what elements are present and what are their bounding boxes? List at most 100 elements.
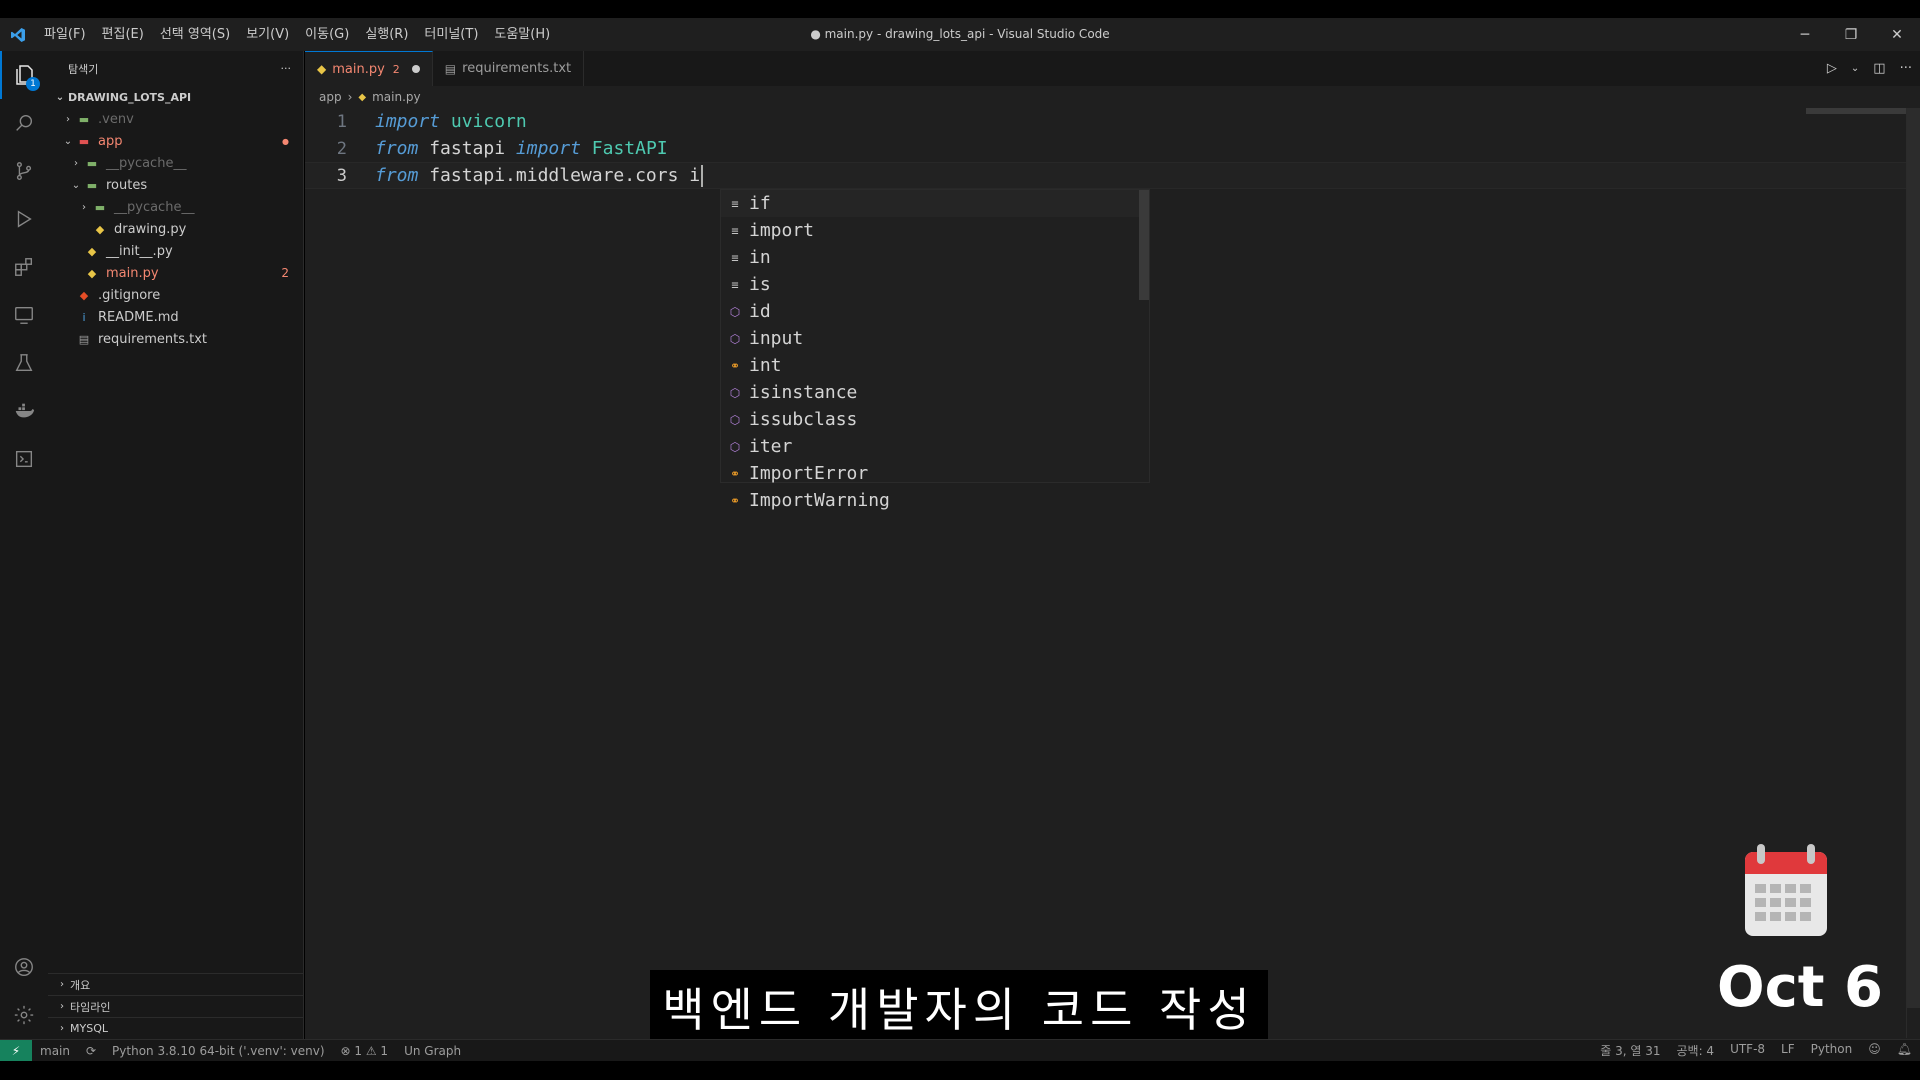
status-extra[interactable]: Un Graph	[396, 1044, 469, 1058]
vscode-logo-icon	[0, 18, 36, 51]
search-icon[interactable]	[0, 99, 48, 147]
language-mode[interactable]: Python	[1803, 1042, 1861, 1059]
suggestion-item[interactable]: ≡ import	[721, 217, 1149, 244]
more-actions-icon[interactable]: ···	[281, 62, 292, 75]
menu-item[interactable]: 실행(R)	[357, 18, 416, 51]
docker-icon[interactable]	[0, 387, 48, 435]
tree-item[interactable]: ▤ requirements.txt	[48, 328, 303, 350]
code-line[interactable]: 3 from fastapi.middleware.cors i	[305, 162, 1920, 189]
minimap[interactable]	[1806, 108, 1906, 114]
chevron-right-icon: ›	[82, 201, 86, 213]
workspace-section-header[interactable]: ⌄ DRAWING_LOTS_API	[48, 86, 303, 108]
menu-item[interactable]: 파일(F)	[36, 18, 94, 51]
tree-item[interactable]: ◆ drawing.py	[48, 218, 303, 240]
python-file-icon: ◆	[95, 222, 105, 236]
suggestions-scrollbar[interactable]	[1139, 190, 1149, 300]
tree-item[interactable]: ⌄ ▬ routes	[48, 174, 303, 196]
code-line[interactable]: 1 import uvicorn	[305, 108, 1920, 135]
suggestion-item[interactable]: ≡ in	[721, 244, 1149, 271]
breadcrumb: app › ◆ main.py	[305, 86, 1920, 108]
sidebar-panel-header[interactable]: › 개요	[48, 973, 304, 995]
suggestion-item[interactable]: ≡ if	[721, 190, 1149, 217]
settings-gear-icon[interactable]	[0, 991, 48, 1039]
minimize-icon[interactable]: ─	[1782, 18, 1828, 51]
end-of-line[interactable]: LF	[1773, 1042, 1803, 1059]
sync-icon[interactable]: ⟳	[78, 1044, 104, 1058]
tab-requirements-txt[interactable]: ▤ requirements.txt	[432, 51, 585, 86]
menu-item[interactable]: 보기(V)	[238, 18, 297, 51]
database-icon[interactable]	[0, 435, 48, 483]
activity-bar: 1	[0, 51, 48, 1039]
function-icon: ⬡	[729, 331, 741, 346]
sidebar-panel-header[interactable]: › MYSQL	[48, 1017, 304, 1039]
tree-item[interactable]: ◆ .gitignore	[48, 284, 303, 306]
feedback-icon[interactable]: ☺	[1860, 1042, 1889, 1059]
tree-item[interactable]: › ▬ .venv	[48, 108, 303, 130]
line-content: import uvicorn	[365, 111, 527, 132]
split-editor-icon[interactable]: ◫	[1873, 61, 1885, 76]
suggestion-item[interactable]: ⬡ input	[721, 325, 1149, 352]
editor-tabs: ◆ main.py 2 ▤ requirements.txt ▷ ⌄ ◫ ···	[305, 51, 1920, 86]
tree-item[interactable]: ◆ __init__.py	[48, 240, 303, 262]
suggestion-item[interactable]: ⚭ ImportError	[721, 460, 1149, 487]
scrollbar-thumb[interactable]	[1907, 108, 1920, 1008]
unsaved-dot-icon[interactable]	[411, 65, 420, 73]
class-icon: ⚭	[729, 493, 741, 508]
tab-main-py[interactable]: ◆ main.py 2	[305, 51, 433, 86]
suggestion-item[interactable]: ⚭ ImportWarning	[721, 487, 1149, 514]
tree-item[interactable]: i README.md	[48, 306, 303, 328]
tree-item[interactable]: › ▬ __pycache__	[48, 196, 303, 218]
keyword-icon: ≡	[731, 196, 739, 211]
menu-item[interactable]: 편집(E)	[94, 18, 152, 51]
indentation[interactable]: 공백: 4	[1668, 1042, 1722, 1059]
git-file-icon: ◆	[79, 288, 89, 302]
suggestion-item[interactable]: ⬡ issubclass	[721, 406, 1149, 433]
remote-explorer-icon[interactable]	[0, 291, 48, 339]
git-branch[interactable]: main	[32, 1044, 78, 1058]
suggestion-label: iter	[749, 436, 793, 457]
close-icon[interactable]: ✕	[1874, 18, 1920, 51]
problems-count[interactable]: ⊗ 1 ⚠ 1	[333, 1044, 397, 1058]
testing-icon[interactable]	[0, 339, 48, 387]
line-number: 1	[336, 111, 347, 132]
editor-scrollbar[interactable]	[1906, 108, 1920, 1038]
chevron-down-icon[interactable]: ⌄	[1851, 63, 1859, 74]
menu-item[interactable]: 이동(G)	[297, 18, 357, 51]
suggestion-item[interactable]: ⬡ id	[721, 298, 1149, 325]
python-interpreter[interactable]: Python 3.8.10 64-bit ('.venv': venv)	[104, 1044, 332, 1058]
tree-item[interactable]: › ▬ __pycache__	[48, 152, 303, 174]
python-file-icon: ◆	[87, 244, 97, 258]
tree-item[interactable]: ◆ main.py 2	[48, 262, 303, 284]
run-python-file-icon[interactable]: ▷	[1827, 61, 1837, 76]
suggestion-item[interactable]: ⬡ iter	[721, 433, 1149, 460]
chevron-down-icon: ⌄	[55, 91, 65, 103]
explorer-icon[interactable]: 1	[0, 51, 48, 99]
keyword-icon: ≡	[731, 277, 739, 292]
source-control-icon[interactable]	[0, 147, 48, 195]
editor-more-icon[interactable]: ···	[1900, 61, 1912, 76]
line-content: from fastapi.middleware.cors i	[365, 164, 704, 187]
extensions-icon[interactable]	[0, 243, 48, 291]
suggestion-item[interactable]: ⬡ isinstance	[721, 379, 1149, 406]
editor-actions: ▷ ⌄ ◫ ···	[1827, 51, 1912, 86]
line-number: 3	[336, 165, 347, 186]
run-debug-icon[interactable]	[0, 195, 48, 243]
menu-item[interactable]: 도움말(H)	[486, 18, 558, 51]
cursor-position[interactable]: 줄 3, 열 31	[1592, 1042, 1668, 1059]
restore-icon[interactable]: ❐	[1828, 18, 1874, 51]
menu-bar: 파일(F) 편집(E) 선택 영역(S) 보기(V) 이동(G) 실행(R) 터미널(T) 도…	[36, 18, 558, 51]
menu-item[interactable]: 선택 영역(S)	[152, 18, 238, 51]
tree-item[interactable]: ⌄ ▬ app ●	[48, 130, 303, 152]
notifications-bell-icon[interactable]: 🔔︎	[1889, 1042, 1920, 1059]
breadcrumb-item[interactable]: app	[319, 90, 342, 104]
breadcrumb-item[interactable]: main.py	[372, 90, 421, 104]
code-line[interactable]: 2 from fastapi import FastAPI	[305, 135, 1920, 162]
suggestion-item[interactable]: ≡ is	[721, 271, 1149, 298]
suggestion-item[interactable]: ⚭ int	[721, 352, 1149, 379]
sidebar-panel-header[interactable]: › 타임라인	[48, 995, 304, 1017]
code-editor[interactable]: 1 import uvicorn 2 from fastapi import Fast…	[305, 108, 1920, 189]
encoding[interactable]: UTF-8	[1722, 1042, 1773, 1059]
remote-indicator-icon[interactable]: ⚡	[0, 1039, 32, 1062]
menu-item[interactable]: 터미널(T)	[416, 18, 486, 51]
account-icon[interactable]	[0, 943, 48, 991]
